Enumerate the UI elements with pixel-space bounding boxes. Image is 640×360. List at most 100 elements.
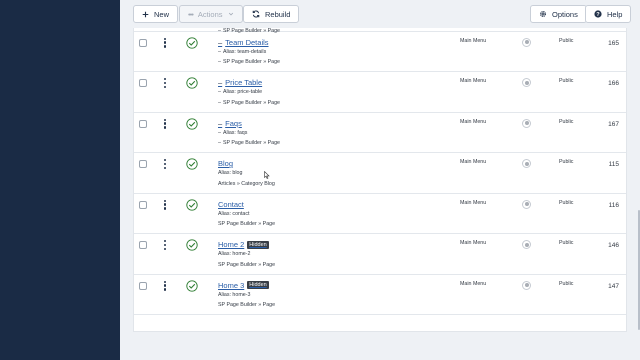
row-checkbox[interactable] [139, 160, 147, 168]
table-row[interactable]: Home 3 Hidden Alias: home-3 SP Page Builder… [134, 275, 626, 315]
level-dash: – [218, 48, 221, 55]
sync-icon [252, 10, 260, 18]
access-level: Public [559, 280, 574, 287]
main-content: –Alias: teams–SP Page Builder » Page–Tea… [120, 0, 640, 360]
hidden-badge: Hidden [247, 240, 269, 249]
table-row[interactable]: – Price Table – Alias: price-table – SP Page … [134, 72, 626, 113]
item-id: 146 [608, 242, 619, 249]
row-checkbox[interactable] [139, 281, 147, 290]
item-type-text: – SP Page Builder » Page [218, 140, 280, 146]
chevron-down-icon [228, 12, 233, 16]
menu-item-title: Blog [218, 159, 233, 168]
actions-dropdown-label: Actions [197, 9, 223, 19]
row-actions-icon[interactable] [163, 199, 167, 210]
hidden-badge: Hidden [247, 281, 269, 289]
menu-item-title: Home 2 Hidden [218, 240, 269, 249]
menu-name: Main Menu [460, 280, 487, 287]
menu-name: Main Menu [460, 78, 487, 84]
published-check-icon[interactable] [186, 279, 198, 292]
item-id: 147 [608, 282, 619, 290]
item-id: 165 [608, 39, 619, 47]
level-dash: – [218, 37, 223, 47]
menu-item-link[interactable]: Home 2 [218, 240, 244, 249]
options-button-label: Options [552, 9, 578, 19]
home-toggle-icon[interactable] [522, 37, 531, 47]
item-type-text: – SP Page Builder » Page [218, 100, 280, 106]
level-dash: – [218, 78, 223, 87]
row-checkbox[interactable] [139, 38, 147, 47]
item-type-text: SP Page Builder » Page [218, 262, 275, 268]
menu-name: Main Menu [460, 118, 487, 125]
menu-item-link[interactable]: Team Details [225, 38, 268, 47]
table-row[interactable]: Contact Alias: contact SP Page Builder » P… [134, 194, 626, 234]
menu-item-link[interactable]: Home 3 [218, 281, 244, 290]
item-type-text: SP Page Builder » Page [218, 221, 275, 227]
table-row[interactable]: – Team Details – Alias: team-details – SP Pag… [134, 32, 626, 72]
options-button[interactable]: Options [530, 5, 587, 23]
help-button-label: Help [607, 9, 623, 19]
table-row[interactable]: Blog Alias: blog Articles » Category Blog M… [134, 153, 626, 194]
home-toggle-icon[interactable] [522, 199, 531, 209]
alias-value: Alias: team-details [222, 48, 267, 55]
row-checkbox[interactable] [139, 200, 147, 209]
home-toggle-icon[interactable] [522, 280, 531, 290]
row-actions-icon[interactable] [163, 78, 167, 88]
published-check-icon[interactable] [186, 36, 198, 49]
published-check-icon[interactable] [186, 117, 198, 130]
alias-value: Alias: blog [218, 170, 243, 176]
menu-item-link[interactable]: Price Table [225, 78, 262, 87]
row-actions-icon[interactable] [163, 118, 167, 129]
published-check-icon[interactable] [186, 77, 198, 89]
alias-text: – Alias: price-table [218, 89, 262, 95]
menu-name: Main Menu [460, 240, 487, 246]
help-button[interactable]: ? Help [585, 5, 632, 23]
help-icon: ? [594, 10, 602, 18]
item-type-value: SP Page Builder » Page [218, 302, 276, 308]
table-row[interactable]: – Faqs – Alias: faqs – SP Page Builder » Page… [134, 113, 626, 153]
row-actions-icon[interactable] [163, 159, 167, 169]
row-checkbox[interactable] [139, 241, 147, 249]
sidebar [0, 0, 120, 360]
item-id: 166 [608, 80, 619, 87]
menu-name: Main Menu [460, 37, 487, 44]
level-dash: – [218, 118, 223, 128]
mouse-cursor-icon [264, 171, 270, 179]
level-dash: – [218, 140, 221, 146]
item-id: 167 [608, 120, 619, 128]
alias-value: Alias: price-table [222, 89, 263, 95]
item-type-text: – SP Page Builder » Page [218, 59, 280, 65]
access-level: Public [559, 199, 574, 206]
plus-icon [142, 11, 149, 17]
new-button[interactable]: New [133, 5, 179, 23]
home-toggle-icon[interactable] [522, 240, 531, 249]
rebuild-button[interactable]: Rebuild [243, 5, 300, 23]
published-check-icon[interactable] [186, 158, 198, 170]
home-toggle-icon[interactable] [522, 78, 531, 87]
row-checkbox[interactable] [139, 79, 147, 87]
home-toggle-icon[interactable] [522, 159, 531, 168]
published-check-icon[interactable] [186, 198, 198, 211]
row-actions-icon[interactable] [163, 37, 167, 48]
alias-text: Alias: home-3 [218, 292, 250, 298]
alias-value: Alias: home-2 [218, 251, 251, 257]
menu-item-link[interactable]: Contact [218, 200, 244, 209]
menu-item-link[interactable]: Faqs [225, 119, 242, 128]
menu-item-link[interactable]: Blog [218, 159, 233, 168]
published-check-icon[interactable] [186, 239, 198, 251]
row-actions-icon[interactable] [163, 240, 167, 250]
home-toggle-icon[interactable] [522, 118, 531, 128]
alias-text: – Alias: faqs [218, 130, 247, 136]
table-row[interactable]: Home 2 Hidden Alias: home-2 SP Page Builder… [134, 234, 626, 275]
item-type-value: SP Page Builder » Page [222, 59, 280, 65]
ellipsis-icon: ••• [188, 9, 194, 19]
item-type-value: SP Page Builder » Page [218, 261, 276, 268]
menu-items-table: –Alias: teams–SP Page Builder » Page–Tea… [133, 8, 627, 332]
access-level: Public [559, 159, 574, 165]
actions-dropdown[interactable]: ••• Actions [179, 5, 243, 23]
row-actions-icon[interactable] [163, 280, 167, 291]
access-level: Public [559, 78, 574, 84]
menu-item-title: Contact [218, 200, 244, 209]
menu-item-title: – Faqs [218, 119, 242, 128]
alias-text: Alias: home-2 [218, 251, 250, 257]
row-checkbox[interactable] [139, 119, 147, 128]
